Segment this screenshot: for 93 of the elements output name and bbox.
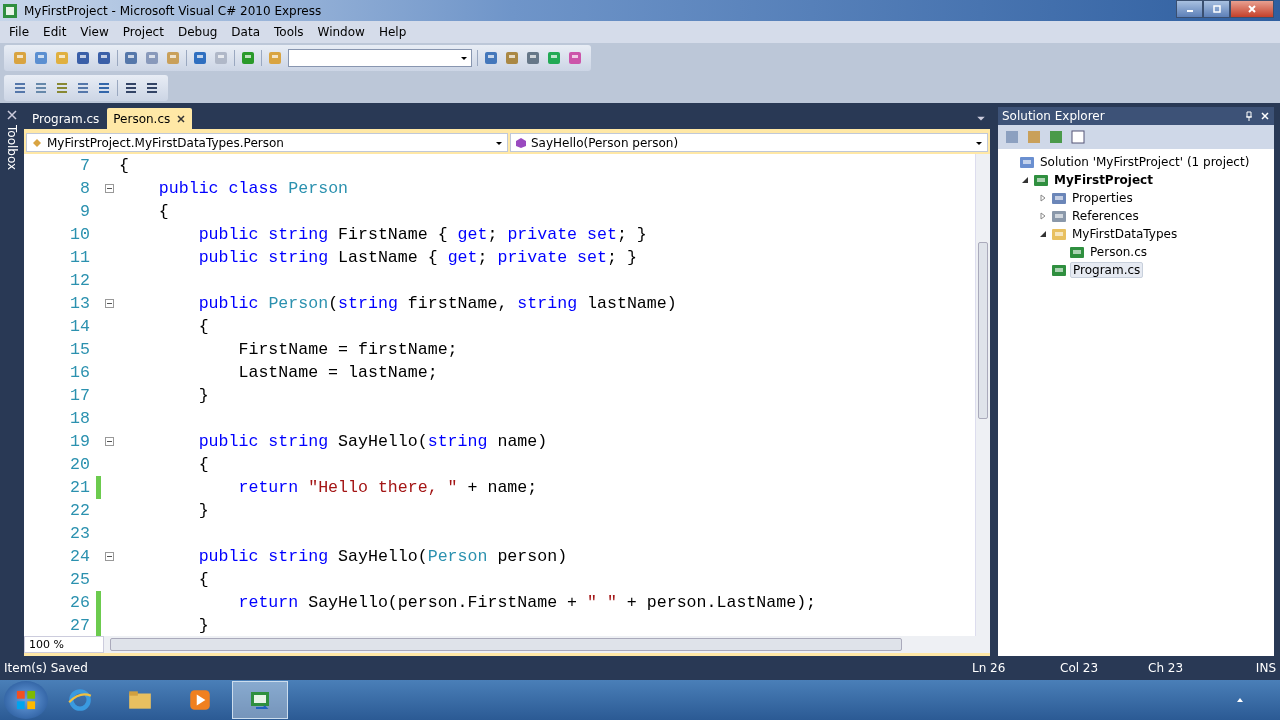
code-line: } bbox=[197, 616, 209, 635]
globe-icon bbox=[66, 687, 94, 713]
line-number: 26 bbox=[69, 593, 90, 612]
line-number: 13 bbox=[69, 294, 90, 313]
zoom-dropdown[interactable]: 100 % bbox=[24, 636, 104, 653]
code-line: LastName = lastName; bbox=[237, 363, 438, 382]
panel-title: Solution Explorer bbox=[1002, 109, 1106, 123]
collapse-icon[interactable] bbox=[104, 299, 114, 308]
code-line: { bbox=[197, 455, 209, 474]
member-dropdown[interactable]: SayHello(Person person) bbox=[510, 133, 988, 152]
app-icon bbox=[2, 2, 18, 19]
code-line: public string LastName { get; private set; } bbox=[197, 248, 637, 267]
collapse-icon[interactable] bbox=[104, 552, 114, 561]
line-number: 8 bbox=[79, 179, 90, 198]
line-number: 20 bbox=[69, 455, 90, 474]
tree-item[interactable]: Solution 'MyFirstProject' (1 project) bbox=[1038, 155, 1252, 169]
line-number: 15 bbox=[69, 340, 90, 359]
show-hidden-icons-icon[interactable] bbox=[1236, 696, 1244, 704]
close-icon bbox=[1247, 4, 1257, 14]
line-number: 9 bbox=[79, 202, 90, 221]
menu-item[interactable]: Window bbox=[310, 23, 372, 41]
line-number: 16 bbox=[69, 363, 90, 382]
line-number: 22 bbox=[69, 501, 90, 520]
status-message: Item(s) Saved bbox=[4, 661, 89, 675]
menu-item[interactable]: Debug bbox=[170, 23, 225, 41]
maximize-button[interactable] bbox=[1203, 0, 1230, 18]
code-line: { bbox=[197, 317, 209, 336]
configuration-dropdown[interactable] bbox=[288, 49, 472, 67]
code-line: return "Hello there, " + name; bbox=[237, 478, 538, 497]
close-button[interactable] bbox=[1230, 0, 1274, 18]
line-number: 18 bbox=[69, 409, 90, 428]
line-number: 27 bbox=[69, 616, 90, 635]
document-tab[interactable]: Program.cs bbox=[26, 108, 106, 129]
line-number: 25 bbox=[69, 570, 90, 589]
collapsed-arrow-icon[interactable] bbox=[1039, 212, 1047, 220]
expanded-arrow-icon[interactable] bbox=[1021, 176, 1029, 184]
menu-item[interactable]: Project bbox=[115, 23, 171, 41]
code-line: { bbox=[197, 570, 209, 589]
code-line: public string SayHello(string name) bbox=[197, 432, 548, 451]
minimize-button[interactable] bbox=[1176, 0, 1203, 18]
collapse-icon[interactable] bbox=[104, 437, 114, 446]
line-number: 12 bbox=[69, 271, 90, 290]
line-number: 11 bbox=[69, 248, 90, 267]
line-number: 21 bbox=[69, 478, 90, 497]
code-line: { bbox=[119, 156, 129, 175]
tree-item[interactable]: References bbox=[1070, 209, 1141, 223]
collapse-icon[interactable] bbox=[104, 184, 114, 193]
tree-item[interactable]: Program.cs bbox=[1070, 262, 1144, 278]
menu-item[interactable]: Tools bbox=[267, 23, 311, 41]
caret-icon bbox=[460, 54, 468, 62]
line-indicator: Ln 26 bbox=[972, 661, 1007, 675]
line-number: 24 bbox=[69, 547, 90, 566]
character-indicator: Ch 23 bbox=[1148, 661, 1185, 675]
line-number: 19 bbox=[69, 432, 90, 451]
line-number: 17 bbox=[69, 386, 90, 405]
column-indicator: Col 23 bbox=[1060, 661, 1100, 675]
method-icon bbox=[515, 136, 527, 149]
line-number: 14 bbox=[69, 317, 90, 336]
line-number: 10 bbox=[69, 225, 90, 244]
code-line: } bbox=[197, 386, 209, 405]
close-icon[interactable] bbox=[176, 113, 187, 124]
code-line: public string FirstName { get; private set; } bbox=[197, 225, 647, 244]
tree-item[interactable]: MyFirstDataTypes bbox=[1070, 227, 1180, 241]
tree-item[interactable]: Person.cs bbox=[1088, 245, 1149, 259]
code-line: FirstName = firstName; bbox=[237, 340, 458, 359]
code-line: } bbox=[197, 501, 209, 520]
code-line: public string SayHello(Person person) bbox=[197, 547, 568, 566]
window-title: MyFirstProject - Microsoft Visual C# 2010 Express bbox=[24, 3, 323, 18]
expanded-arrow-icon[interactable] bbox=[1039, 230, 1047, 238]
menu-item[interactable]: Edit bbox=[36, 23, 74, 41]
code-line: { bbox=[157, 202, 169, 221]
code-line: public class Person bbox=[157, 179, 349, 198]
code-line: public Person(string firstName, string lastName) bbox=[197, 294, 677, 313]
menu-item[interactable]: File bbox=[2, 23, 37, 41]
insert-mode-indicator: INS bbox=[1254, 661, 1276, 675]
start-button[interactable] bbox=[4, 681, 48, 719]
code-line: return SayHello(person.FirstName + " " + person.LastName); bbox=[237, 593, 817, 612]
pin-icon[interactable] bbox=[1244, 111, 1254, 121]
csharp-taskbar-button[interactable] bbox=[232, 681, 288, 719]
line-number: 23 bbox=[69, 524, 90, 543]
menu-item[interactable]: View bbox=[73, 23, 116, 41]
menu-item[interactable]: Data bbox=[224, 23, 267, 41]
toolbox-tab[interactable]: Toolbox bbox=[5, 125, 19, 170]
tree-item[interactable]: Properties bbox=[1070, 191, 1135, 205]
line-number: 7 bbox=[79, 156, 90, 175]
document-tab[interactable]: Person.cs bbox=[107, 108, 193, 129]
tree-item[interactable]: MyFirstProject bbox=[1052, 173, 1155, 187]
class-icon bbox=[31, 136, 43, 149]
maximize-icon bbox=[1211, 4, 1222, 14]
menu-item[interactable]: Help bbox=[371, 23, 414, 41]
vertical-scrollbar[interactable] bbox=[975, 154, 990, 636]
type-dropdown[interactable]: MyFirstProject.MyFirstDataTypes.Person bbox=[26, 133, 508, 152]
collapsed-arrow-icon[interactable] bbox=[1039, 194, 1047, 202]
